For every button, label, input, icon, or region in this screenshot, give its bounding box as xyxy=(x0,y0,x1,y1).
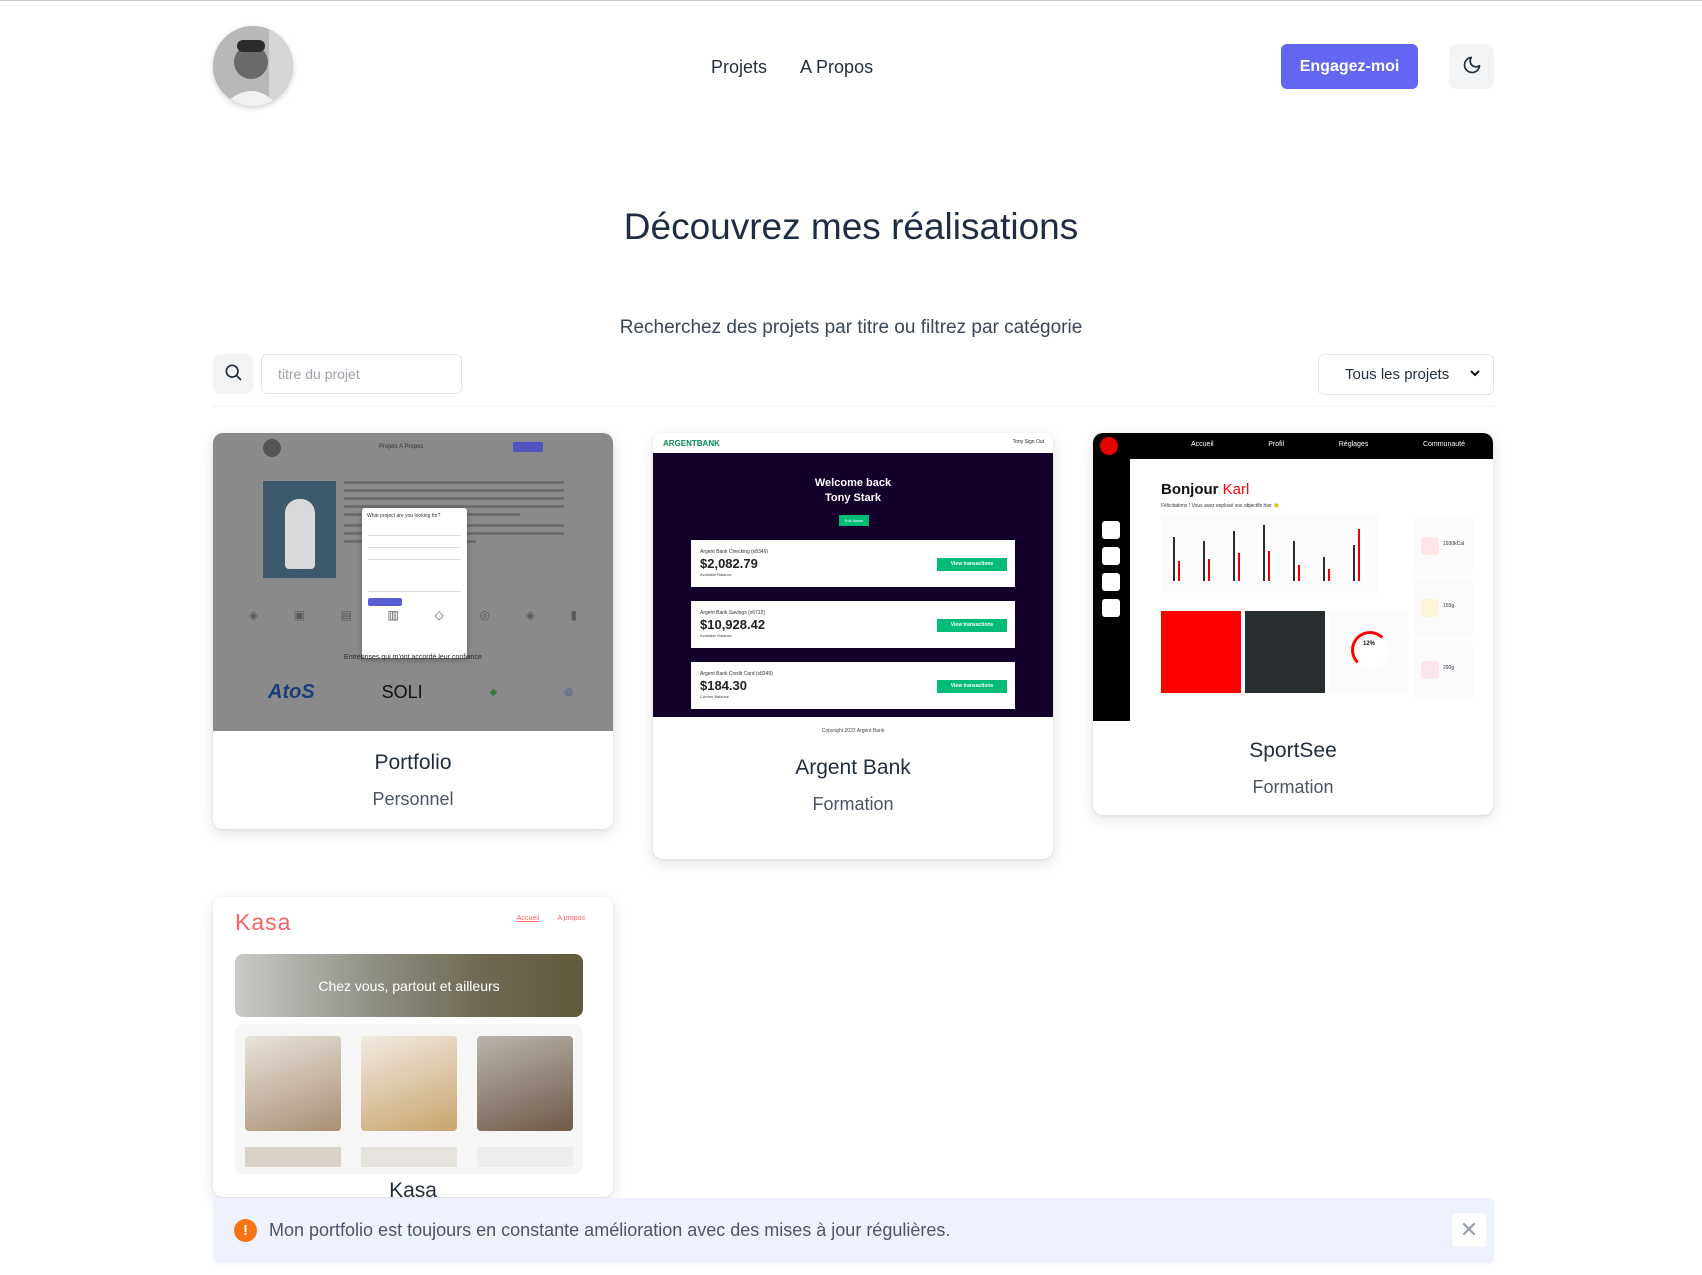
info-toast: ! Mon portfolio est toujours en constant… xyxy=(213,1198,1494,1263)
filter-selected-value: Tous les projets xyxy=(1345,366,1450,383)
project-card-argent-bank[interactable]: ARGENTBANK Tony Sign Out Welcome back Ton… xyxy=(653,433,1053,859)
portfolio-preview-image: Projets A Propos What project are you lo… xyxy=(213,433,613,731)
close-icon: ✕ xyxy=(1459,1217,1479,1242)
project-title: Kasa xyxy=(389,1179,437,1197)
project-title: Portfolio xyxy=(374,751,452,774)
moon-icon xyxy=(1462,55,1482,78)
page-title: Découvrez mes réalisations xyxy=(623,206,1079,247)
warning-icon: ! xyxy=(234,1219,257,1242)
search-button[interactable] xyxy=(213,354,253,394)
sportsee-preview-image: Accueil Profil Réglages Communauté Bonjo… xyxy=(1093,433,1493,721)
project-title: Argent Bank xyxy=(795,756,911,779)
chevron-down-icon xyxy=(1469,366,1481,383)
search-input[interactable] xyxy=(261,354,462,394)
toast-message: Mon portfolio est toujours en constante … xyxy=(269,1220,951,1240)
project-category: Formation xyxy=(812,794,894,814)
project-card-sportsee[interactable]: Accueil Profil Réglages Communauté Bonjo… xyxy=(1093,433,1493,815)
hire-me-button[interactable]: Engagez-moi xyxy=(1281,44,1418,89)
category-filter-select[interactable]: Tous les projets xyxy=(1318,354,1494,395)
project-title: SportSee xyxy=(1249,739,1337,762)
project-category: Personnel xyxy=(372,789,454,809)
kasa-preview-image: Kasa Accueil A propos Chez vous, partout … xyxy=(213,897,613,1177)
argent-bank-preview-image: ARGENTBANK Tony Sign Out Welcome back Ton… xyxy=(653,433,1053,738)
search-icon xyxy=(223,362,243,387)
theme-toggle-button[interactable] xyxy=(1449,44,1494,89)
nav-projets[interactable]: Projets xyxy=(711,57,767,78)
close-toast-button[interactable]: ✕ xyxy=(1452,1213,1486,1247)
page-subtitle: Recherchez des projets par titre ou filt… xyxy=(619,317,1083,338)
nav-a-propos[interactable]: A Propos xyxy=(800,57,873,78)
divider xyxy=(213,406,1494,407)
project-card-kasa[interactable]: Kasa Accueil A propos Chez vous, partout … xyxy=(213,897,613,1197)
project-card-portfolio[interactable]: Projets A Propos What project are you lo… xyxy=(213,433,613,829)
main-nav: Projets A Propos xyxy=(711,57,873,78)
project-category: Formation xyxy=(1252,777,1334,797)
avatar[interactable] xyxy=(213,26,293,106)
